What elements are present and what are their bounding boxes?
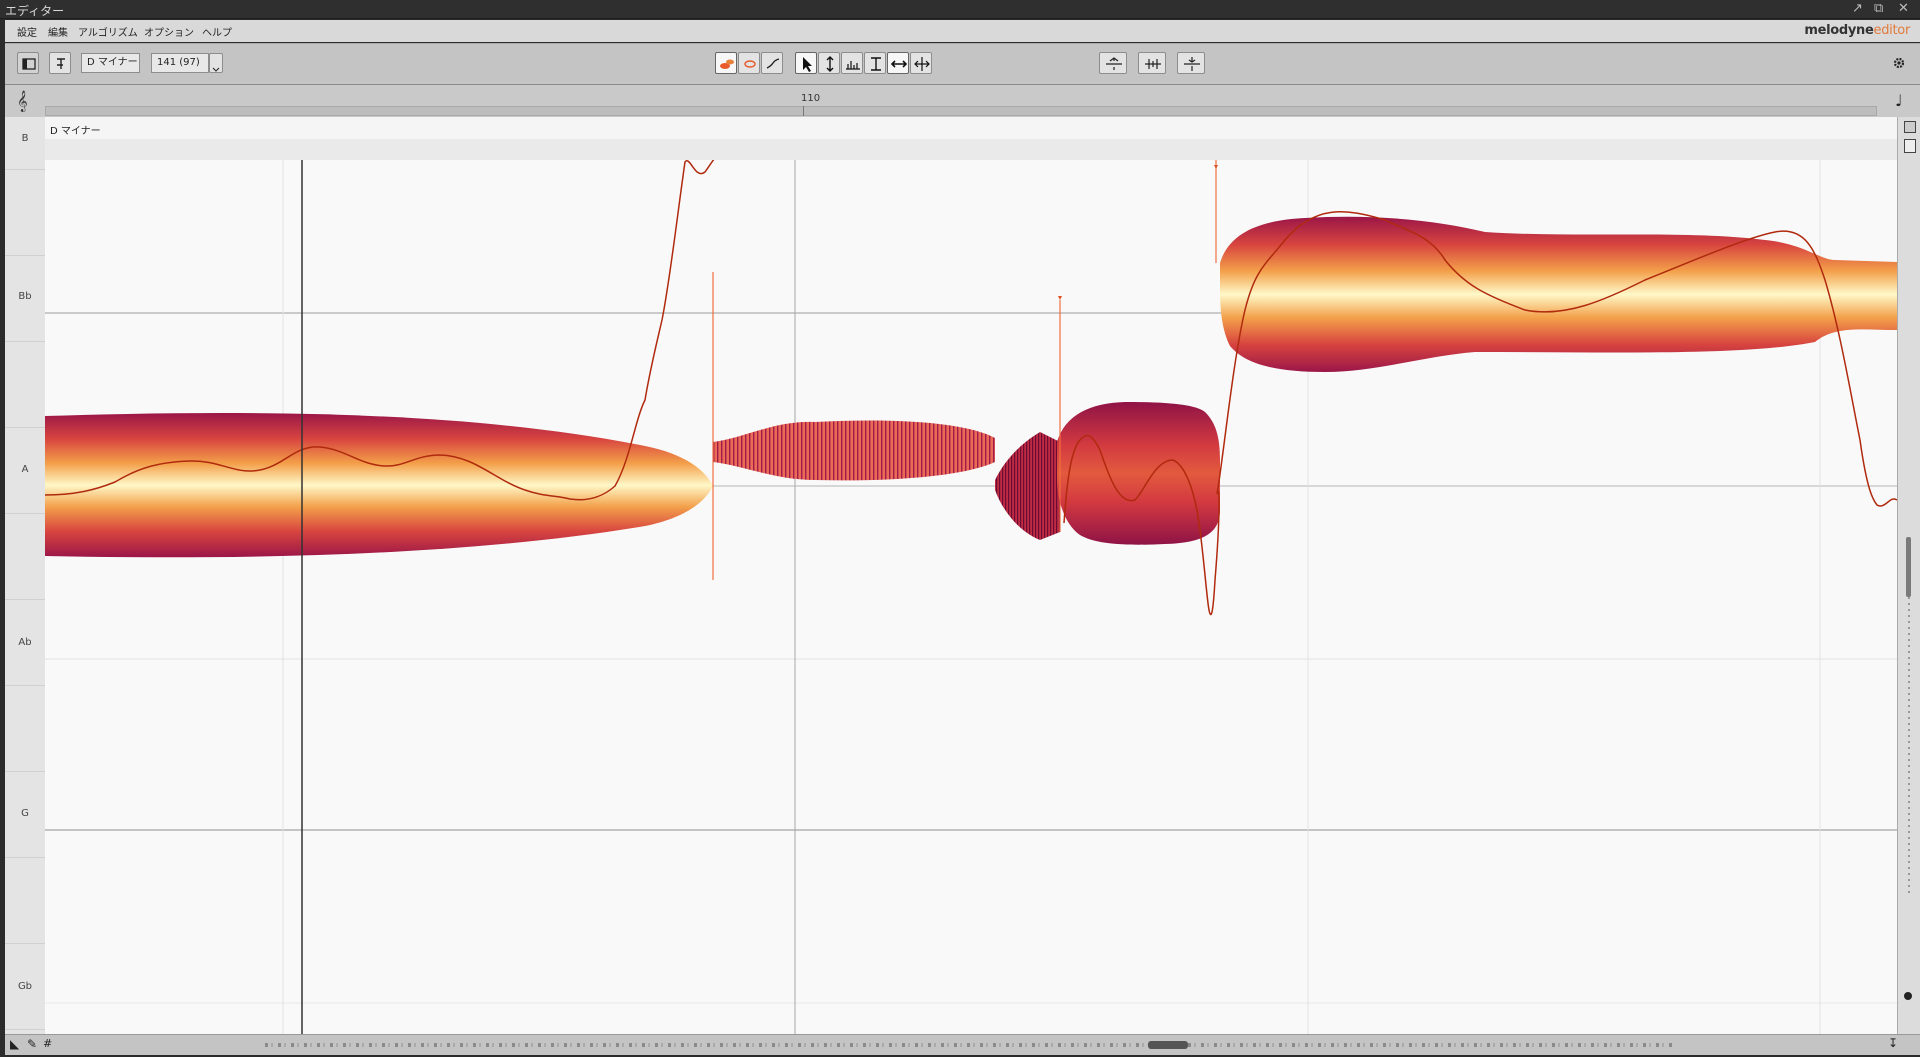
macro-icon <box>57 58 65 69</box>
key-divider <box>5 341 45 342</box>
ruler-strip[interactable] <box>45 106 1877 116</box>
blob-display[interactable] <box>45 160 1897 1034</box>
formant-tool-button[interactable] <box>738 52 760 74</box>
formant-height-tool-button[interactable] <box>864 52 886 74</box>
note-blob-3[interactable] <box>995 432 1060 540</box>
treble-clef-icon[interactable]: 𝄞 <box>17 91 28 112</box>
quantize-pitch-icon <box>1106 57 1122 70</box>
note-blob-5[interactable] <box>1220 216 1897 372</box>
key-divider <box>5 599 45 600</box>
key-divider <box>5 943 45 944</box>
menu-help[interactable]: ヘルプ <box>202 24 232 39</box>
pitch-label: G <box>21 808 29 819</box>
logo-suffix: editor <box>1873 23 1911 38</box>
timing-tool-icon <box>890 60 908 68</box>
horizontal-scroll-thumb[interactable] <box>1148 1041 1188 1049</box>
quantize-time-icon <box>1145 59 1161 69</box>
sidebar-toggle-icon <box>22 58 36 70</box>
pitch-label: B <box>21 133 29 144</box>
window-title: エディター <box>5 4 65 18</box>
horizontal-overview[interactable] <box>265 1043 1675 1047</box>
pointer-small-icon[interactable]: ◣ <box>10 1037 19 1051</box>
scale-bar-lane <box>45 139 1897 161</box>
bar-number: 110 <box>801 93 821 104</box>
scale-bar-label: D マイナー <box>50 126 101 137</box>
pitch-tool-icon <box>826 56 834 72</box>
menu-settings[interactable]: 設定 <box>17 24 37 39</box>
pitch-curve-tool-icon <box>766 58 780 69</box>
toolbar: D マイナー 141 (97) <box>5 43 1920 85</box>
macro-button[interactable] <box>49 52 71 74</box>
menu-algorithm[interactable]: アルゴリズム <box>78 24 138 39</box>
vertical-zoom-bar[interactable] <box>1897 117 1920 1034</box>
amplitude-tool-button[interactable] <box>841 52 863 74</box>
logo-name: melodyne <box>1804 23 1874 38</box>
close-icon[interactable]: ✕ <box>1898 1 1909 16</box>
sidebar-toggle-button[interactable] <box>17 52 39 74</box>
pitch-blob-tool-button[interactable] <box>715 52 737 74</box>
note-icon[interactable]: ♩ <box>1895 91 1903 110</box>
formant-height-icon <box>871 57 881 71</box>
note-separation-icon <box>914 57 930 71</box>
pointer-tool-button[interactable] <box>795 52 817 74</box>
key-divider <box>5 255 45 256</box>
note-editor-canvas[interactable] <box>45 160 1897 1034</box>
zoom-icon[interactable]: ↧ <box>1888 1036 1898 1050</box>
title-bar: エディター ↗ ⧉ ✕ <box>0 0 1920 19</box>
snap-icon[interactable] <box>1904 139 1916 153</box>
note-separation-tool-button[interactable] <box>910 52 932 74</box>
key-divider <box>5 513 45 514</box>
bottom-bar: ◣ ✎ # ↧ <box>5 1034 1920 1055</box>
timing-tool-button[interactable] <box>887 52 909 74</box>
restore-icon[interactable]: ⧉ <box>1874 1 1883 16</box>
settings-button[interactable] <box>1888 52 1910 74</box>
grid-icon[interactable]: # <box>43 1037 52 1050</box>
minimize-icon[interactable]: ↗ <box>1852 1 1863 16</box>
time-ruler[interactable]: 𝄞 110 ♩ <box>5 85 1920 118</box>
vertical-scroll-thumb[interactable] <box>1906 537 1911 597</box>
quantize-pitch-button[interactable] <box>1099 52 1127 74</box>
pitch-ruler[interactable]: B Bb A Ab G Gb <box>5 117 46 1034</box>
note-blob-1[interactable] <box>45 413 713 558</box>
formant-tool-icon <box>744 60 756 68</box>
scale-bar: D マイナー <box>45 117 1897 140</box>
vertical-overview <box>1908 597 1910 897</box>
quantize-time-button[interactable] <box>1138 52 1166 74</box>
key-divider <box>5 169 45 170</box>
pencil-icon[interactable]: ✎ <box>27 1037 37 1051</box>
menu-edit[interactable]: 編集 <box>48 24 68 39</box>
pointer-tool-icon <box>803 57 812 72</box>
pitch-curve-tool-button[interactable] <box>761 52 783 74</box>
bar-marker <box>803 106 804 116</box>
scroll-mode-icon[interactable] <box>1904 121 1916 133</box>
tempo-dropdown[interactable] <box>209 53 223 73</box>
pitch-drift-icon <box>1184 57 1200 71</box>
tempo-field[interactable]: 141 (97) <box>151 53 209 73</box>
pitch-tool-button[interactable] <box>818 52 840 74</box>
key-divider <box>5 427 45 428</box>
pitch-label: Gb <box>17 981 33 992</box>
pitch-blob-tool-icon <box>720 59 734 69</box>
pitch-label: Ab <box>18 637 32 648</box>
pitch-label: Bb <box>18 291 32 302</box>
amplitude-tool-icon <box>846 61 860 70</box>
key-divider <box>5 1029 45 1030</box>
key-divider <box>5 771 45 772</box>
zoom-handle[interactable] <box>1904 992 1912 1000</box>
gear-icon <box>1893 57 1905 69</box>
chevron-down-icon <box>212 67 220 72</box>
note-blob-2[interactable] <box>713 420 995 481</box>
melodyne-logo: melodyneeditor <box>1804 23 1910 38</box>
menu-options[interactable]: オプション <box>144 24 194 39</box>
scale-button[interactable]: D マイナー <box>81 53 140 73</box>
menu-bar: 設定 編集 アルゴリズム オプション ヘルプ melodyneeditor <box>5 20 1920 42</box>
key-divider <box>5 857 45 858</box>
note-blob-4[interactable] <box>1057 402 1220 545</box>
pitch-drift-button[interactable] <box>1177 52 1205 74</box>
key-divider <box>5 685 45 686</box>
pitch-label: A <box>21 464 29 475</box>
